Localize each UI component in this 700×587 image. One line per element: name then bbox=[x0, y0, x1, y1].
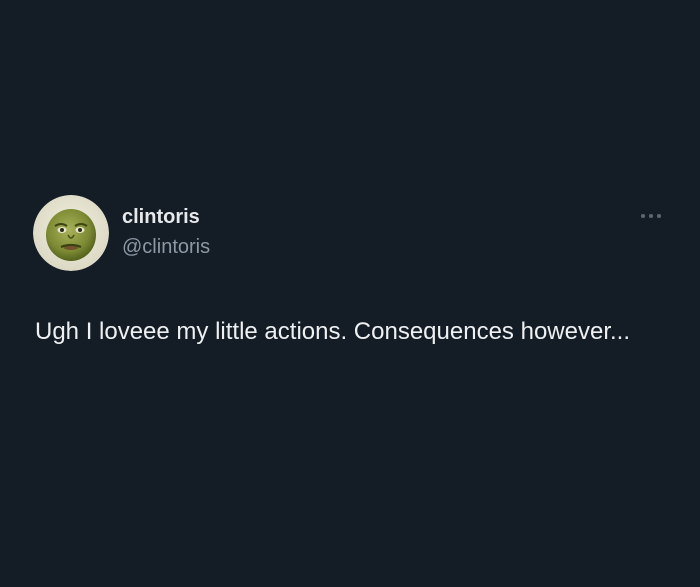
more-options-button[interactable] bbox=[638, 208, 664, 224]
tweet-text: Ugh I loveee my little actions. Conseque… bbox=[35, 318, 630, 345]
more-dots-icon bbox=[641, 214, 661, 218]
user-handle[interactable]: @clintoris bbox=[122, 234, 210, 260]
avatar[interactable] bbox=[33, 195, 109, 271]
tweet-card: clintoris @clintoris Ugh I loveee my lit… bbox=[0, 0, 700, 587]
user-info: clintoris @clintoris bbox=[122, 204, 210, 260]
avatar-image bbox=[33, 195, 109, 271]
display-name[interactable]: clintoris bbox=[122, 204, 210, 230]
